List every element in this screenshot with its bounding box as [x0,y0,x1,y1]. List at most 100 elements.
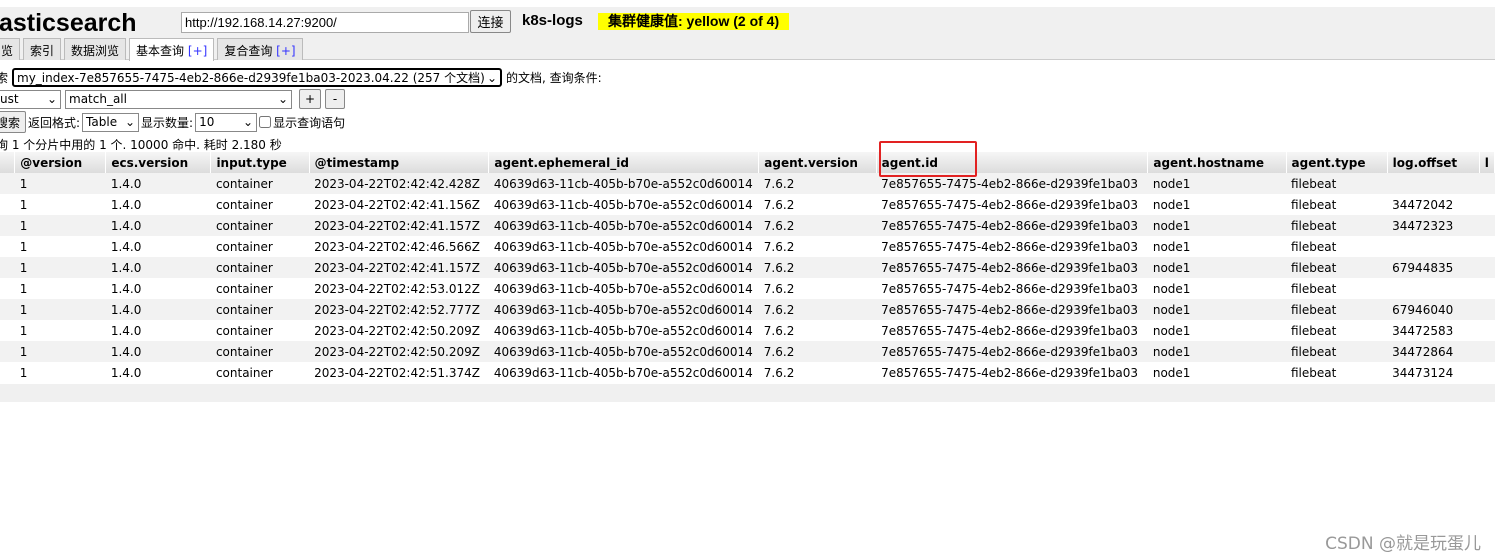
show-query-checkbox[interactable] [259,116,272,128]
add-tab-link[interactable]: [+] [188,44,207,58]
table-cell: filebeat [1291,281,1337,296]
clause-select[interactable]: match_all ⌄ [65,89,292,109]
size-select[interactable]: 10 ⌄ [195,112,258,132]
table-cell: 7e857655-7475-4eb2-866e-d2939fe1ba03 [876,257,1148,278]
cluster-health-badge: 集群健康值: yellow (2 of 4) [598,13,790,30]
table-cell: 7.6.2 [758,257,877,278]
url-input[interactable]: http://192.168.14.27:9200/ [181,12,469,33]
column-header[interactable] [0,152,16,173]
remove-clause-button[interactable]: - [325,89,345,109]
table-cell: 2023-04-22T02:42:50.209Z [309,341,489,362]
column-header[interactable]: agent.type [1286,152,1388,173]
table-cell [1479,215,1495,236]
tab-label: 览 [1,44,14,58]
tab-basic-query[interactable]: 基本查询 [+] [129,38,215,61]
header-bar: lasticsearch http://192.168.14.27:9200/ … [0,7,1495,61]
table-cell: 1.4.0 [110,365,142,380]
table-cell: 1 [14,341,106,362]
table-cell: 2023-04-22T02:42:46.566Z [314,239,480,254]
tab-browser[interactable]: 数据浏览 [64,38,127,60]
table-cell: 1 [19,365,28,380]
table-cell: filebeat [1291,197,1337,212]
show-query-label: 显示查询语句 [273,115,346,130]
add-tab-link[interactable]: [+] [276,44,295,58]
index-suffix-label: 的文档, 查询条件: [506,71,602,85]
table-row[interactable]: 1 1.4.0 container 2023-04-22T02:42:51.374Z 4… [0,362,1495,383]
table-row[interactable]: 1 1.4.0 container 2023-04-22T02:42:41.157Z 4… [0,215,1495,236]
tab-label: 索引 [30,44,55,58]
bool-select[interactable]: ust ⌄ [0,89,61,109]
table-row[interactable]: 1 1.4.0 container 2023-04-22T02:42:50.209Z 4… [0,341,1495,362]
table-row[interactable]: 1 1.4.0 container 2023-04-22T02:42:46.566Z 4… [0,236,1495,257]
chevron-down-icon: ⌄ [277,92,288,106]
column-header[interactable]: agent.hostname [1147,152,1287,173]
table-cell: 7e857655-7475-4eb2-866e-d2939fe1ba03 [881,197,1139,212]
table-cell [1479,194,1494,215]
table-cell: node1 [1147,299,1286,320]
table-cell: node1 [1152,281,1191,296]
column-header[interactable]: ecs.version [105,152,212,173]
table-cell: node1 [1147,215,1286,236]
table-cell: 40639d63-11cb-405b-b70e-a552c0d60014 [488,341,759,362]
index-select[interactable]: my_index-7e857655-7475-4eb2-866e-d2939fe… [12,68,503,87]
table-cell [0,341,15,362]
search-button[interactable]: 搜索 [0,111,26,133]
cluster-name: k8s-logs [522,12,583,29]
column-header[interactable]: l [1479,152,1495,173]
table-cell: filebeat [1291,323,1337,338]
table-cell: node1 [1152,323,1191,338]
table-row[interactable]: 1 1.4.0 container 2023-04-22T02:42:42.428Z 4… [0,173,1495,194]
table-footer [0,384,1495,402]
column-header[interactable]: @version [14,152,107,173]
table-cell: 34473124 [1392,365,1454,380]
tab-label: 基本查询 [136,44,185,58]
table-cell: 2023-04-22T02:42:41.157Z [309,257,489,278]
table-cell: filebeat [1286,341,1388,362]
chevron-down-icon: ⌄ [486,70,498,85]
table-cell: container [210,299,310,320]
table-cell: container [210,215,310,236]
table-row[interactable]: 1 1.4.0 container 2023-04-22T02:42:41.157Z 4… [0,257,1495,278]
table-cell: node1 [1152,197,1191,212]
table-cell: container [215,281,273,296]
column-header[interactable]: agent.version [758,152,877,173]
table-cell [1479,278,1494,299]
tab-compound-query[interactable]: 复合查询 [+] [217,38,303,60]
table-cell: 1.4.0 [110,197,142,212]
size-select-value: 10 [199,115,215,129]
connect-button[interactable]: 连接 [470,10,511,33]
table-cell: container [210,257,310,278]
table-cell: 2023-04-22T02:42:41.157Z [309,215,489,236]
table-cell: 40639d63-11cb-405b-b70e-a552c0d60014 [493,281,753,296]
table-cell: 40639d63-11cb-405b-b70e-a552c0d60014 [493,197,753,212]
column-header[interactable]: @timestamp [309,152,490,173]
table-cell: 40639d63-11cb-405b-b70e-a552c0d60014 [493,239,753,254]
tab-overview[interactable]: 览 [0,38,21,60]
table-cell: container [215,197,273,212]
column-header[interactable]: agent.ephemeral_id [488,152,760,173]
table-cell: 1 [14,215,106,236]
column-header[interactable]: log.offset [1387,152,1480,173]
table-cell: 40639d63-11cb-405b-b70e-a552c0d60014 [488,173,759,194]
table-cell [0,173,15,194]
table-cell: 7.6.2 [763,365,795,380]
table-row[interactable]: 1 1.4.0 container 2023-04-22T02:42:53.012Z 4… [0,278,1495,299]
tab-indices[interactable]: 索引 [23,38,62,60]
add-clause-button[interactable]: + [299,89,321,109]
table-cell: 1.4.0 [105,299,211,320]
size-label: 显示数量: [141,115,194,130]
table-row[interactable]: 1 1.4.0 container 2023-04-22T02:42:52.777Z 4… [0,299,1495,320]
column-header[interactable]: input.type [210,152,310,173]
table-cell: 1.4.0 [105,173,211,194]
table-row[interactable]: 1 1.4.0 container 2023-04-22T02:42:50.209Z 4… [0,320,1495,341]
table-cell: node1 [1152,239,1191,254]
watermark: CSDN @就是玩蛋儿 [1325,534,1481,554]
table-cell [1479,299,1495,320]
table-cell: 34472864 [1387,341,1480,362]
table-cell: 1 [19,323,28,338]
table-cell [0,299,15,320]
table-cell: container [215,239,273,254]
table-cell: 7e857655-7475-4eb2-866e-d2939fe1ba03 [881,365,1139,380]
format-select[interactable]: Table ⌄ [82,112,140,132]
table-row[interactable]: 1 1.4.0 container 2023-04-22T02:42:41.156Z 4… [0,194,1495,215]
